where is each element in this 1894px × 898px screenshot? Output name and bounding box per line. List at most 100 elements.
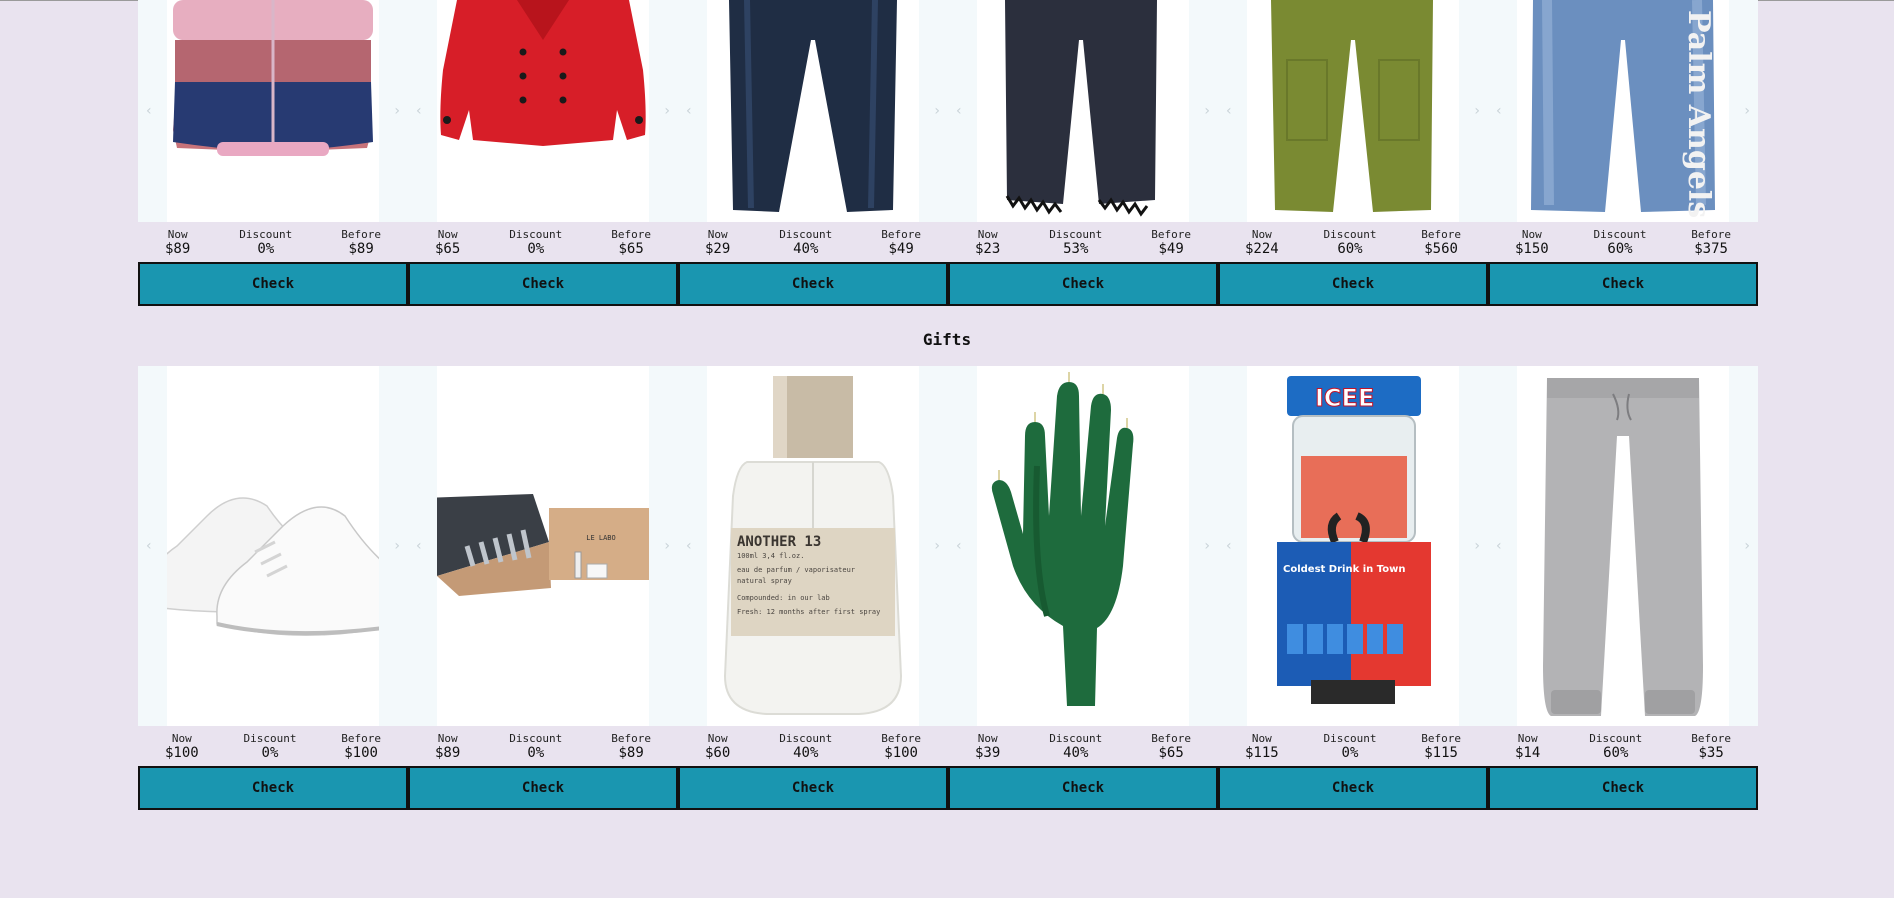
price-info: Now $23 Discount 53% Before $49 (948, 222, 1218, 262)
carousel-next-icon[interactable]: › (1474, 103, 1480, 119)
check-button[interactable]: Check (948, 766, 1218, 810)
product-image-carousel[interactable]: ‹ › (408, 0, 678, 222)
before-label: Before (1691, 732, 1731, 745)
check-button[interactable]: Check (408, 262, 678, 306)
white-sneakers-icon (167, 497, 379, 636)
discount-label: Discount (1593, 228, 1647, 241)
carousel-prev-icon[interactable]: ‹ (1496, 103, 1502, 119)
product-image-carousel[interactable]: ‹ › (138, 0, 408, 222)
price-info: Now $115 Discount 0% Before $115 (1218, 726, 1488, 766)
olive-pants-icon (1271, 0, 1433, 212)
label-line3: Compounded: in our lab (737, 594, 830, 602)
carousel-next-icon[interactable]: › (1204, 538, 1210, 554)
icee-machine-icon: ICEE Coldest Drink in Town (1277, 376, 1431, 704)
before-price: $89 (618, 745, 644, 761)
product-image-carousel[interactable]: ‹ LE LABO › (408, 366, 678, 726)
product-card: ‹ ANOTHER 13 100ml 3,4 fl.oz. eau de par… (678, 366, 948, 810)
discount-value: 0% (527, 745, 545, 761)
carousel-prev-icon[interactable]: ‹ (1226, 103, 1232, 119)
now-price: $65 (435, 241, 461, 257)
carousel-prev-icon[interactable]: ‹ (956, 103, 962, 119)
now-label: Now (707, 732, 728, 745)
label-line4: Fresh: 12 months after first spray (737, 608, 880, 616)
carousel-next-icon[interactable]: › (1744, 103, 1750, 119)
before-price: $35 (1698, 745, 1724, 761)
logo-text: Palm Angels (1681, 10, 1716, 218)
check-button[interactable]: Check (1218, 262, 1488, 306)
product-image-carousel[interactable]: ‹ Palm Angels › (1488, 0, 1758, 222)
carousel-prev-icon[interactable]: ‹ (146, 103, 152, 119)
product-row-gifts: ‹ › Now $100 Discount 0% Before $100 Check … (138, 366, 1758, 810)
carousel-next-icon[interactable]: › (394, 538, 400, 554)
carousel-next-icon[interactable]: › (934, 103, 940, 119)
carousel-next-icon[interactable]: › (934, 538, 940, 554)
product-image-carousel[interactable]: ‹ › (678, 0, 948, 222)
discount-label: Discount (1323, 228, 1377, 241)
now-price: $60 (705, 745, 731, 761)
product-image-carousel[interactable]: ‹ › (1218, 0, 1488, 222)
discount-value: 53% (1063, 241, 1089, 257)
check-button[interactable]: Check (138, 766, 408, 810)
product-image-carousel[interactable]: ‹ ANOTHER 13 100ml 3,4 fl.oz. eau de par… (678, 366, 948, 726)
check-button[interactable]: Check (678, 262, 948, 306)
check-button[interactable]: Check (408, 766, 678, 810)
discount-value: 60% (1607, 241, 1633, 257)
carousel-prev-icon[interactable]: ‹ (686, 538, 692, 554)
dark-jeans-icon (729, 0, 897, 212)
discount-value: 40% (1063, 745, 1089, 761)
perfume-kit-icon: LE LABO (437, 494, 649, 596)
tag-text: Coldest Drink in Town (1283, 564, 1405, 575)
product-image-carousel[interactable]: ‹ › (138, 366, 408, 726)
check-button[interactable]: Check (678, 766, 948, 810)
frayed-black-jeans-icon (1005, 0, 1157, 217)
carousel-next-icon[interactable]: › (664, 103, 670, 119)
carousel-prev-icon[interactable]: ‹ (146, 538, 152, 554)
product-card: ‹ Palm Angels › Now $150 Discount 60% Befo… (1488, 0, 1758, 306)
discount-value: 40% (793, 745, 819, 761)
label-line2: natural spray (737, 577, 792, 585)
check-button[interactable]: Check (1488, 262, 1758, 306)
label-title: ANOTHER 13 (737, 534, 821, 550)
price-info: Now $39 Discount 40% Before $65 (948, 726, 1218, 766)
carousel-next-icon[interactable]: › (1204, 103, 1210, 119)
carousel-next-icon[interactable]: › (394, 103, 400, 119)
discount-value: 60% (1603, 745, 1629, 761)
check-button[interactable]: Check (138, 262, 408, 306)
discount-value: 0% (1341, 745, 1359, 761)
carousel-prev-icon[interactable]: ‹ (1496, 538, 1502, 554)
discount-label: Discount (779, 228, 833, 241)
before-label: Before (1691, 228, 1731, 241)
check-button[interactable]: Check (948, 262, 1218, 306)
carousel-next-icon[interactable]: › (664, 538, 670, 554)
carousel-prev-icon[interactable]: ‹ (686, 103, 692, 119)
now-price: $89 (165, 241, 191, 257)
before-label: Before (1421, 732, 1461, 745)
before-label: Before (341, 228, 381, 241)
product-image-carousel[interactable]: ‹ › (948, 366, 1218, 726)
check-button[interactable]: Check (1218, 766, 1488, 810)
before-price: $100 (344, 745, 378, 761)
box-label: LE LABO (586, 534, 616, 542)
discount-label: Discount (509, 732, 563, 745)
carousel-next-icon[interactable]: › (1744, 538, 1750, 554)
product-image-carousel[interactable]: ‹ › (948, 0, 1218, 222)
price-info: Now $150 Discount 60% Before $375 (1488, 222, 1758, 262)
carousel-prev-icon[interactable]: ‹ (416, 103, 422, 119)
carousel-prev-icon[interactable]: ‹ (416, 538, 422, 554)
before-price: $89 (348, 241, 374, 257)
discount-label: Discount (779, 732, 833, 745)
discount-label: Discount (239, 228, 293, 241)
carousel-next-icon[interactable]: › (1474, 538, 1480, 554)
product-image-carousel[interactable]: ‹ › (1488, 366, 1758, 726)
product-card: ‹ › Now $29 Discount 40% Before $49 Check (678, 0, 948, 306)
check-button[interactable]: Check (1488, 766, 1758, 810)
before-price: $115 (1424, 745, 1458, 761)
now-price: $224 (1245, 241, 1279, 257)
carousel-prev-icon[interactable]: ‹ (1226, 538, 1232, 554)
now-label: Now (167, 228, 188, 241)
product-image-carousel[interactable]: ‹ ICEE Coldest Drink in Town › (1218, 366, 1488, 726)
section-title-gifts: Gifts (922, 330, 972, 349)
price-info: Now $14 Discount 60% Before $35 (1488, 726, 1758, 766)
product-card: ‹ › Now $39 Discount 40% Before $65 Check (948, 366, 1218, 810)
carousel-prev-icon[interactable]: ‹ (956, 538, 962, 554)
